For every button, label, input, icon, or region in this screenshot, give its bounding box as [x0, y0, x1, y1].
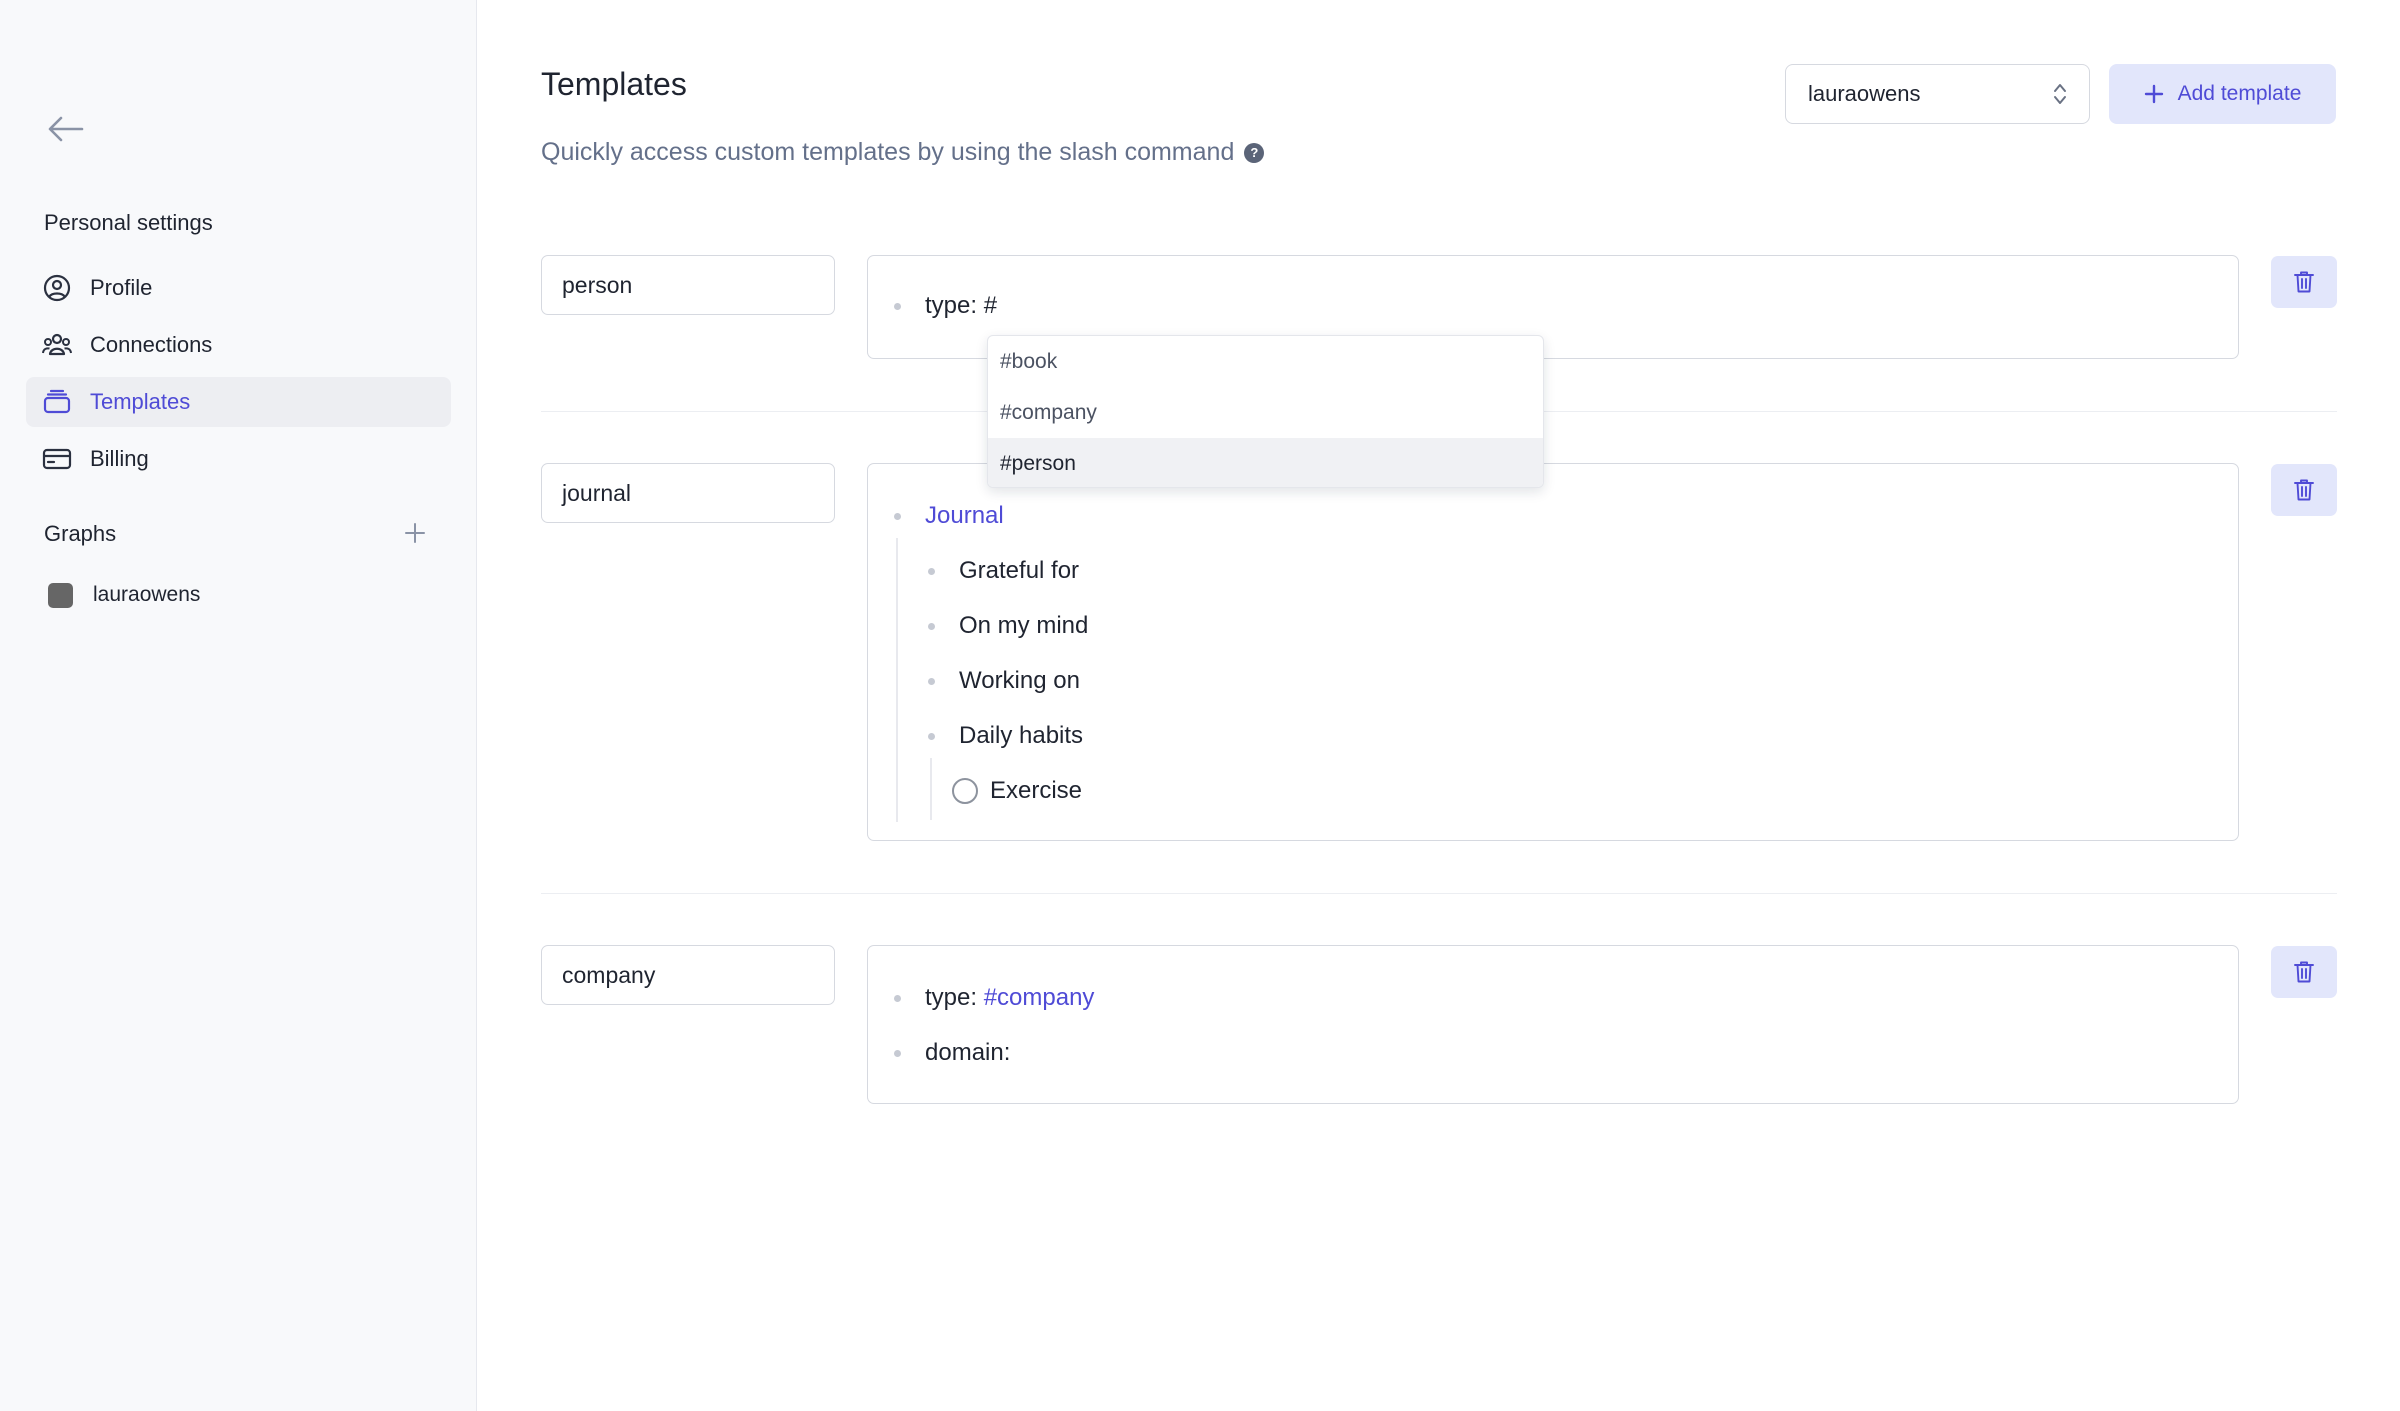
autocomplete-item-person[interactable]: #person [988, 438, 1543, 487]
subtitle-text: Quickly access custom templates by using… [541, 138, 1235, 166]
bullet [894, 512, 901, 520]
credit-card-icon [42, 444, 72, 474]
sidebar: Personal settings Profile Connections Te… [0, 0, 477, 1411]
help-icon[interactable]: ? [1244, 142, 1265, 163]
graph-select-value: lauraowens [1808, 81, 1921, 106]
line-text: Daily habits [959, 722, 1084, 749]
add-graph-button[interactable] [400, 518, 430, 548]
bullet [928, 732, 935, 740]
sidebar-item-label: Billing [90, 446, 149, 471]
graph-item-lauraowens[interactable]: lauraowens [26, 571, 451, 619]
user-circle-icon [42, 273, 72, 303]
template-name-input[interactable]: journal [541, 463, 835, 523]
chevron-up-down-icon [2054, 84, 2066, 104]
trash-icon [2294, 271, 2314, 293]
divider [541, 893, 2337, 894]
plus-icon [405, 523, 425, 543]
template-name-input[interactable]: company [541, 945, 835, 1005]
graph-name: lauraowens [93, 583, 201, 606]
sidebar-item-billing[interactable]: Billing [26, 434, 451, 484]
users-icon [42, 330, 72, 360]
template-line: Exercise [952, 773, 1082, 809]
section-title-personal-settings: Personal settings [44, 210, 213, 235]
tag-autocomplete-menu: #book #company #person [987, 335, 1544, 488]
sidebar-item-label: Templates [90, 389, 191, 414]
trash-icon [2294, 961, 2314, 983]
template-line: Working on [928, 663, 1080, 699]
template-line: Journal [894, 498, 1004, 534]
template-name-input[interactable]: person [541, 255, 835, 315]
indent-guide [930, 758, 932, 820]
sidebar-item-connections[interactable]: Connections [26, 320, 451, 370]
settings-app: Personal settings Profile Connections Te… [0, 0, 2400, 1411]
line-text: Exercise [990, 777, 1083, 804]
page-subtitle: Quickly access custom templates by using… [541, 138, 1265, 167]
graph-color-swatch [48, 582, 73, 608]
page-link[interactable]: Journal [925, 502, 1004, 530]
sidebar-item-label: Profile [90, 275, 153, 300]
template-editor[interactable]: Journal Grateful for On my mind Working … [867, 463, 2239, 841]
sidebar-item-label: Connections [90, 332, 213, 357]
template-line: type: # [894, 288, 997, 324]
todo-checkbox[interactable] [952, 778, 978, 804]
template-line: Daily habits [928, 718, 1083, 754]
bullet [894, 1049, 901, 1057]
add-template-button[interactable]: Add template [2109, 64, 2336, 124]
template-line: domain: [894, 1035, 1010, 1071]
tag-link[interactable]: #company [984, 984, 1095, 1012]
trash-icon [2294, 479, 2314, 501]
line-text: type: [925, 984, 984, 1011]
line-text: type: # [925, 292, 998, 319]
sidebar-item-templates[interactable]: Templates [26, 377, 451, 427]
autocomplete-item-book[interactable]: #book [988, 336, 1543, 387]
sidebar-item-profile[interactable]: Profile [26, 263, 451, 313]
delete-template-button[interactable] [2271, 946, 2337, 998]
line-text: Working on [959, 667, 1080, 694]
bullet [894, 994, 901, 1002]
bullet [894, 302, 901, 310]
delete-template-button[interactable] [2271, 256, 2337, 308]
template-icon [42, 387, 72, 417]
indent-guide [896, 538, 898, 822]
template-line: On my mind [928, 608, 1088, 644]
graph-select[interactable]: lauraowens [1785, 64, 2090, 124]
template-editor[interactable]: type: #company domain: [867, 945, 2239, 1104]
plus-icon [2144, 84, 2164, 104]
add-template-label: Add template [2177, 82, 2302, 105]
back-button[interactable] [44, 109, 88, 149]
template-line: type: #company [894, 980, 1094, 1016]
line-text: Grateful for [959, 557, 1080, 584]
line-text: On my mind [959, 612, 1089, 639]
arrow-left-icon [48, 116, 84, 142]
line-text: domain: [925, 1039, 1011, 1066]
bullet [928, 622, 935, 630]
page-title: Templates [541, 66, 687, 102]
section-title-graphs: Graphs [44, 521, 117, 546]
template-line: Grateful for [928, 553, 1079, 589]
bullet [928, 677, 935, 685]
delete-template-button[interactable] [2271, 464, 2337, 516]
autocomplete-item-company[interactable]: #company [988, 387, 1543, 438]
bullet [928, 567, 935, 575]
